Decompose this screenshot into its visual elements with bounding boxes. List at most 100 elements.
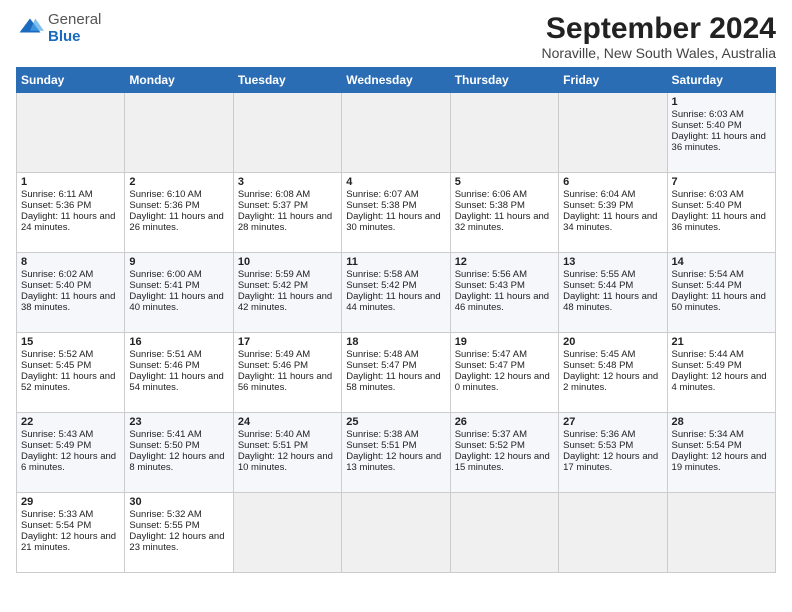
calendar-cell — [125, 93, 233, 173]
sunrise-label: Sunrise: 6:04 AM — [563, 189, 635, 200]
header: General Blue September 2024 Noraville, N… — [16, 12, 776, 61]
calendar-cell — [667, 493, 775, 573]
calendar-week-row: 1Sunrise: 6:11 AMSunset: 5:36 PMDaylight… — [17, 173, 776, 253]
calendar-cell: 12Sunrise: 5:56 AMSunset: 5:43 PMDayligh… — [450, 253, 558, 333]
sunset-label: Sunset: 5:47 PM — [346, 360, 416, 371]
sunrise-label: Sunrise: 6:07 AM — [346, 189, 418, 200]
daylight-label: Daylight: 11 hours and 56 minutes. — [238, 371, 332, 393]
day-number: 13 — [563, 256, 662, 268]
sunset-label: Sunset: 5:36 PM — [21, 200, 91, 211]
day-number: 12 — [455, 256, 554, 268]
sunrise-label: Sunrise: 5:43 AM — [21, 429, 93, 440]
daylight-label: Daylight: 11 hours and 52 minutes. — [21, 371, 115, 393]
sunset-label: Sunset: 5:53 PM — [563, 440, 633, 451]
calendar-cell: 8Sunrise: 6:02 AMSunset: 5:40 PMDaylight… — [17, 253, 125, 333]
daylight-label: Daylight: 11 hours and 58 minutes. — [346, 371, 440, 393]
weekday-header: Friday — [559, 68, 667, 93]
day-number: 8 — [21, 256, 120, 268]
calendar-cell: 15Sunrise: 5:52 AMSunset: 5:45 PMDayligh… — [17, 333, 125, 413]
sunset-label: Sunset: 5:42 PM — [238, 280, 308, 291]
weekday-header: Saturday — [667, 68, 775, 93]
weekday-row: SundayMondayTuesdayWednesdayThursdayFrid… — [17, 68, 776, 93]
day-number: 1 — [672, 96, 771, 108]
title-block: September 2024 Noraville, New South Wale… — [542, 12, 776, 61]
sunrise-label: Sunrise: 6:10 AM — [129, 189, 201, 200]
day-number: 11 — [346, 256, 445, 268]
calendar-cell: 16Sunrise: 5:51 AMSunset: 5:46 PMDayligh… — [125, 333, 233, 413]
calendar-cell — [233, 493, 341, 573]
sunrise-label: Sunrise: 6:00 AM — [129, 269, 201, 280]
calendar-cell: 4Sunrise: 6:07 AMSunset: 5:38 PMDaylight… — [342, 173, 450, 253]
sunrise-label: Sunrise: 5:41 AM — [129, 429, 201, 440]
daylight-label: Daylight: 11 hours and 36 minutes. — [672, 211, 766, 233]
daylight-label: Daylight: 12 hours and 17 minutes. — [563, 451, 658, 473]
day-number: 30 — [129, 496, 228, 508]
day-number: 29 — [21, 496, 120, 508]
day-number: 5 — [455, 176, 554, 188]
sunrise-label: Sunrise: 6:03 AM — [672, 109, 744, 120]
sunset-label: Sunset: 5:54 PM — [672, 440, 742, 451]
calendar-cell: 14Sunrise: 5:54 AMSunset: 5:44 PMDayligh… — [667, 253, 775, 333]
daylight-label: Daylight: 11 hours and 40 minutes. — [129, 291, 223, 313]
day-number: 28 — [672, 416, 771, 428]
daylight-label: Daylight: 12 hours and 21 minutes. — [21, 531, 116, 553]
calendar-header: SundayMondayTuesdayWednesdayThursdayFrid… — [17, 68, 776, 93]
daylight-label: Daylight: 11 hours and 34 minutes. — [563, 211, 657, 233]
daylight-label: Daylight: 11 hours and 24 minutes. — [21, 211, 115, 233]
daylight-label: Daylight: 12 hours and 8 minutes. — [129, 451, 224, 473]
calendar-cell — [559, 493, 667, 573]
daylight-label: Daylight: 12 hours and 13 minutes. — [346, 451, 441, 473]
sunset-label: Sunset: 5:49 PM — [21, 440, 91, 451]
sunrise-label: Sunrise: 6:03 AM — [672, 189, 744, 200]
day-number: 6 — [563, 176, 662, 188]
logo-blue-text: Blue — [48, 28, 81, 45]
day-number: 24 — [238, 416, 337, 428]
calendar-week-row: 1Sunrise: 6:03 AMSunset: 5:40 PMDaylight… — [17, 93, 776, 173]
sunset-label: Sunset: 5:45 PM — [21, 360, 91, 371]
calendar-cell: 10Sunrise: 5:59 AMSunset: 5:42 PMDayligh… — [233, 253, 341, 333]
calendar-week-row: 29Sunrise: 5:33 AMSunset: 5:54 PMDayligh… — [17, 493, 776, 573]
day-number: 14 — [672, 256, 771, 268]
calendar-week-row: 15Sunrise: 5:52 AMSunset: 5:45 PMDayligh… — [17, 333, 776, 413]
calendar-cell — [559, 93, 667, 173]
sunset-label: Sunset: 5:49 PM — [672, 360, 742, 371]
calendar-cell: 20Sunrise: 5:45 AMSunset: 5:48 PMDayligh… — [559, 333, 667, 413]
sunrise-label: Sunrise: 5:32 AM — [129, 509, 201, 520]
calendar-cell: 13Sunrise: 5:55 AMSunset: 5:44 PMDayligh… — [559, 253, 667, 333]
calendar-cell: 3Sunrise: 6:08 AMSunset: 5:37 PMDaylight… — [233, 173, 341, 253]
sunset-label: Sunset: 5:43 PM — [455, 280, 525, 291]
sunrise-label: Sunrise: 5:38 AM — [346, 429, 418, 440]
calendar-week-row: 22Sunrise: 5:43 AMSunset: 5:49 PMDayligh… — [17, 413, 776, 493]
sunrise-label: Sunrise: 5:49 AM — [238, 349, 310, 360]
daylight-label: Daylight: 12 hours and 4 minutes. — [672, 371, 767, 393]
calendar-cell: 23Sunrise: 5:41 AMSunset: 5:50 PMDayligh… — [125, 413, 233, 493]
calendar-cell: 27Sunrise: 5:36 AMSunset: 5:53 PMDayligh… — [559, 413, 667, 493]
calendar-cell: 29Sunrise: 5:33 AMSunset: 5:54 PMDayligh… — [17, 493, 125, 573]
calendar-cell — [233, 93, 341, 173]
calendar-cell — [342, 93, 450, 173]
calendar-table: SundayMondayTuesdayWednesdayThursdayFrid… — [16, 67, 776, 573]
calendar-cell: 19Sunrise: 5:47 AMSunset: 5:47 PMDayligh… — [450, 333, 558, 413]
calendar-cell: 25Sunrise: 5:38 AMSunset: 5:51 PMDayligh… — [342, 413, 450, 493]
sunset-label: Sunset: 5:39 PM — [563, 200, 633, 211]
sunset-label: Sunset: 5:51 PM — [346, 440, 416, 451]
sunrise-label: Sunrise: 5:45 AM — [563, 349, 635, 360]
day-number: 2 — [129, 176, 228, 188]
sunset-label: Sunset: 5:44 PM — [563, 280, 633, 291]
sunset-label: Sunset: 5:37 PM — [238, 200, 308, 211]
daylight-label: Daylight: 11 hours and 50 minutes. — [672, 291, 766, 313]
sunrise-label: Sunrise: 5:55 AM — [563, 269, 635, 280]
day-number: 17 — [238, 336, 337, 348]
daylight-label: Daylight: 11 hours and 36 minutes. — [672, 131, 766, 153]
sunset-label: Sunset: 5:38 PM — [455, 200, 525, 211]
daylight-label: Daylight: 11 hours and 42 minutes. — [238, 291, 332, 313]
sunset-label: Sunset: 5:48 PM — [563, 360, 633, 371]
calendar-cell: 2Sunrise: 6:10 AMSunset: 5:36 PMDaylight… — [125, 173, 233, 253]
day-number: 3 — [238, 176, 337, 188]
weekday-header: Sunday — [17, 68, 125, 93]
calendar-cell — [450, 93, 558, 173]
daylight-label: Daylight: 12 hours and 0 minutes. — [455, 371, 550, 393]
sunset-label: Sunset: 5:51 PM — [238, 440, 308, 451]
daylight-label: Daylight: 11 hours and 44 minutes. — [346, 291, 440, 313]
daylight-label: Daylight: 11 hours and 38 minutes. — [21, 291, 115, 313]
